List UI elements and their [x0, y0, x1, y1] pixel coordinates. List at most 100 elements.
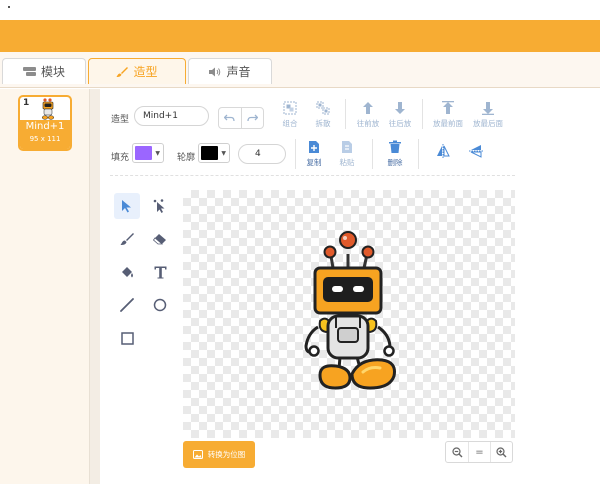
- flip-vertical-button[interactable]: [458, 144, 494, 161]
- drawing-canvas[interactable]: [183, 190, 515, 438]
- eraser-icon: [153, 234, 166, 245]
- title-dot: [8, 6, 10, 8]
- costume-number: 1: [23, 98, 30, 108]
- paint-editor: 造型 Mind+1 组合 拆散 往前放 往后放 放最前面 放最后面 填充 ▼ 轮…: [100, 89, 600, 484]
- front-button[interactable]: 放最前面: [430, 101, 466, 129]
- brush-icon: [120, 233, 134, 245]
- reshape-tool[interactable]: [147, 193, 173, 219]
- speaker-icon: [209, 67, 221, 76]
- zoom-reset-button[interactable]: =: [468, 442, 490, 462]
- paste-icon: [342, 141, 352, 153]
- tab-sounds[interactable]: 声音: [188, 58, 272, 84]
- title-strip: [0, 0, 600, 20]
- group-icon: [283, 101, 297, 115]
- costume-item[interactable]: 1 Mind+1 95 x 111: [18, 95, 72, 151]
- front-label: 放最前面: [433, 119, 463, 128]
- copy-button[interactable]: 复制: [296, 140, 332, 168]
- group-label: 组合: [282, 119, 298, 128]
- outline-label: 轮廓: [177, 153, 196, 163]
- toolbar-separator: [345, 99, 346, 129]
- fill-tool[interactable]: [114, 259, 140, 285]
- costume-name-field[interactable]: Mind+1: [134, 106, 209, 126]
- ungroup-icon: [316, 101, 330, 115]
- ungroup-button[interactable]: 拆散: [305, 101, 341, 129]
- toolbar-separator: [422, 99, 423, 129]
- outline-width-value: 4: [255, 149, 261, 159]
- costume-info: Mind+1 95 x 111: [20, 120, 70, 149]
- chevron-down-icon: ▼: [155, 150, 160, 157]
- convert-label: 转换为位图: [207, 450, 246, 459]
- forward-icon: [363, 102, 373, 114]
- editor-tabs: 模块 造型 声音: [0, 52, 600, 88]
- tab-code[interactable]: 模块: [2, 58, 86, 84]
- undo-button[interactable]: [219, 108, 241, 128]
- redo-button[interactable]: [240, 108, 263, 128]
- select-tool[interactable]: [114, 193, 140, 219]
- zoom-in-button[interactable]: [490, 442, 512, 462]
- text-icon: [154, 266, 166, 278]
- convert-to-bitmap-button[interactable]: 转换为位图: [183, 441, 255, 468]
- fill-color-picker[interactable]: ▼: [132, 143, 164, 163]
- code-blocks-icon: [22, 67, 36, 76]
- brush-tool[interactable]: [114, 226, 140, 252]
- paste-label: 粘贴: [339, 158, 355, 167]
- robot-sprite-image[interactable]: [300, 230, 398, 398]
- robot-thumbnail: [41, 98, 55, 120]
- text-tool[interactable]: [147, 259, 173, 285]
- group-button[interactable]: 组合: [272, 101, 308, 129]
- front-icon: [442, 101, 454, 114]
- redo-icon: [247, 114, 258, 122]
- paste-button[interactable]: 粘贴: [329, 140, 365, 168]
- chevron-down-icon: ▼: [221, 150, 226, 157]
- zoom-in-icon: [496, 446, 507, 457]
- flip-horizontal-button[interactable]: [425, 144, 461, 161]
- toolbar-separator: [372, 139, 373, 169]
- image-icon: [192, 450, 203, 459]
- circle-tool[interactable]: [147, 292, 173, 318]
- back-button[interactable]: 放最后面: [470, 101, 506, 129]
- undo-icon: [224, 114, 236, 122]
- back-icon: [482, 102, 494, 115]
- forward-label: 往前放: [356, 119, 380, 128]
- paintbrush-icon: [116, 66, 129, 77]
- line-tool[interactable]: [114, 292, 140, 318]
- rectangle-icon: [120, 331, 134, 345]
- backward-icon: [395, 102, 405, 114]
- zoom-out-button[interactable]: [446, 442, 468, 462]
- costume-size: 95 x 111: [29, 135, 61, 143]
- costume-list: 1 Mind+1 95 x 111: [0, 89, 90, 484]
- delete-button[interactable]: 删除: [377, 140, 413, 168]
- toolbar-separator: [418, 139, 419, 169]
- flip-vertical-icon: [469, 145, 483, 158]
- tab-code-label: 模块: [40, 65, 65, 79]
- costume-name: Mind+1: [25, 121, 65, 132]
- reshape-icon: [153, 199, 165, 213]
- costume-label: 造型: [111, 115, 130, 125]
- tab-sounds-label: 声音: [226, 65, 251, 79]
- undo-redo-group: [218, 107, 264, 129]
- toolbar-divider: [110, 175, 515, 176]
- rectangle-tool[interactable]: [114, 325, 140, 351]
- outline-color-picker[interactable]: ▼: [198, 143, 230, 163]
- menu-bar: [0, 20, 600, 52]
- backward-button[interactable]: 往后放: [382, 101, 418, 129]
- trash-icon: [389, 140, 401, 153]
- tab-costumes-label: 造型: [133, 65, 158, 79]
- outline-width-input[interactable]: 4: [238, 144, 286, 164]
- fill-label: 填充: [111, 153, 130, 163]
- line-icon: [120, 298, 134, 312]
- panel-divider: [90, 89, 100, 484]
- back-label: 放最后面: [473, 119, 503, 128]
- delete-label: 删除: [387, 158, 403, 167]
- forward-button[interactable]: 往前放: [350, 101, 386, 129]
- backward-label: 往后放: [388, 119, 412, 128]
- copy-icon: [309, 141, 319, 153]
- outline-swatch: [201, 146, 218, 160]
- paint-bucket-icon: [122, 267, 133, 278]
- tab-costumes[interactable]: 造型: [88, 58, 186, 84]
- paint-editor-window: 模块 造型 声音 1 Mind+1 95 x 111 造型 Mind+1 组合 …: [0, 0, 600, 484]
- zoom-reset-label: =: [475, 446, 484, 458]
- circle-icon: [153, 298, 167, 312]
- eraser-tool[interactable]: [147, 226, 173, 252]
- copy-label: 复制: [306, 158, 322, 167]
